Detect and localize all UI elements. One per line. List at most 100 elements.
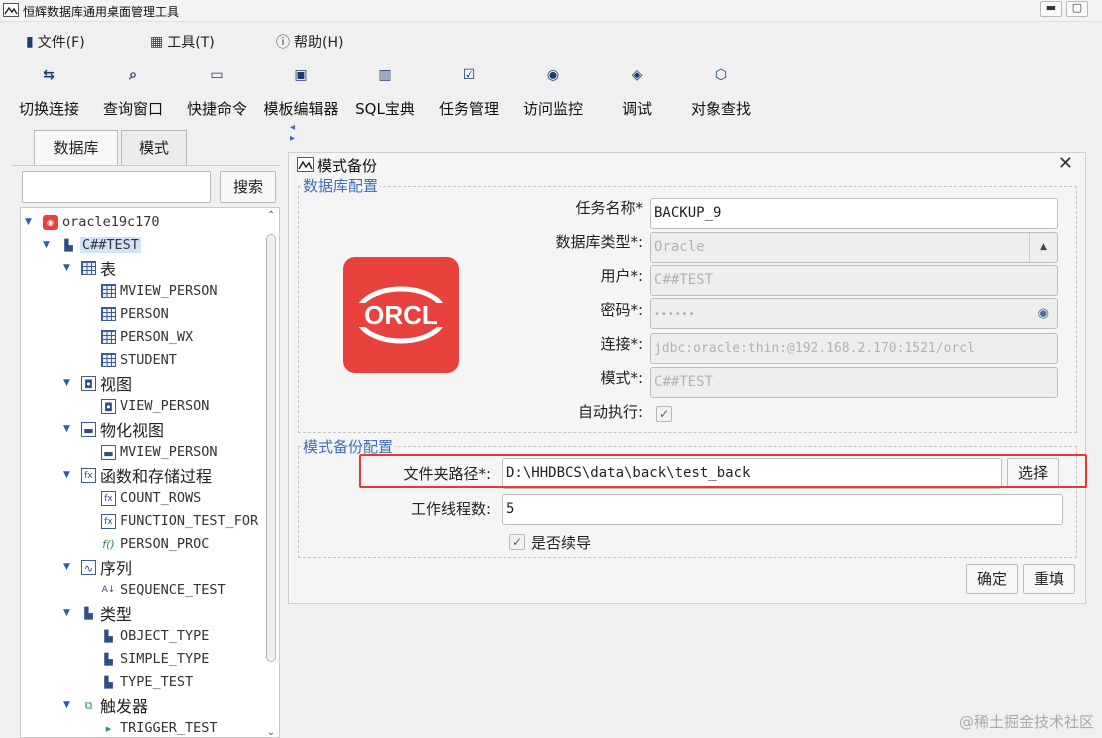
toolbar-sql-book[interactable]: ▥ SQL宝典 (355, 66, 415, 119)
tree-node-procedure[interactable]: f() PERSON_PROC (101, 533, 209, 555)
scroll-up-icon[interactable]: ⌃ (265, 210, 277, 221)
expand-toggle-icon[interactable]: ▼ (63, 263, 75, 273)
table-icon (81, 261, 96, 275)
tree-folder-triggers[interactable]: ▼ ⧉ 触发器 (63, 694, 148, 716)
schema-input[interactable]: C##TEST (650, 367, 1058, 398)
tree-folder-views[interactable]: ▼ ◘ 视图 (63, 372, 132, 394)
user-label: 用户*: (600, 267, 643, 285)
tree-node-trigger[interactable]: ▸ TRIGGER_TEST (101, 717, 218, 737)
toolbar-task-management[interactable]: ☑ 任务管理 (436, 66, 502, 119)
expand-toggle-icon[interactable]: ▼ (63, 378, 75, 388)
sequence-icon: ∿ (81, 559, 96, 575)
confirm-button[interactable]: 确定 (966, 564, 1018, 594)
function-icon: fx (81, 467, 96, 483)
toolbar-object-search[interactable]: ⬡ 对象查找 (688, 66, 754, 119)
auto-execute-label: 自动执行: (577, 403, 643, 421)
tree-folder-tables[interactable]: ▼ 表 (63, 257, 116, 279)
toolbar-query-window[interactable]: ⌕ 查询窗口 (100, 66, 166, 119)
tree-node-function[interactable]: fx FUNCTION_TEST_FOR (101, 510, 258, 532)
tree-node-function[interactable]: fx COUNT_ROWS (101, 487, 201, 509)
tree-node-label: 序列 (100, 559, 133, 578)
tree-node-type[interactable]: ▙ SIMPLE_TYPE (101, 648, 209, 670)
tree-node-table[interactable]: MVIEW_PERSON (101, 280, 218, 302)
close-icon[interactable]: ✕ (1058, 153, 1073, 174)
reset-button[interactable]: 重填 (1023, 564, 1075, 594)
tree-node-view[interactable]: ◘ VIEW_PERSON (101, 395, 209, 417)
toolbar-label: 切换连接 (18, 100, 79, 118)
tree-node-label: PERSON (120, 306, 169, 322)
expand-toggle-icon[interactable]: ▼ (63, 470, 75, 480)
tree-node-label: SIMPLE_TYPE (120, 651, 210, 667)
access-monitor-icon: ◉ (546, 67, 560, 83)
tree-node-label: 物化视图 (100, 421, 165, 440)
tree-folder-sequences[interactable]: ▼ ∿ 序列 (63, 556, 132, 578)
tree-node-type[interactable]: ▙ OBJECT_TYPE (101, 625, 209, 647)
menu-help-label: 帮助(H) (294, 35, 344, 51)
task-management-icon: ☑ (462, 67, 476, 83)
expand-toggle-icon[interactable]: ▼ (63, 562, 75, 572)
user-input[interactable]: C##TEST (650, 265, 1058, 296)
task-name-input[interactable]: BACKUP_9 (650, 198, 1058, 229)
connection-input[interactable]: jdbc:oracle:thin:@192.168.2.170:1521/orc… (650, 333, 1058, 364)
splitter-arrows-icon[interactable]: ◂ ▸ (290, 122, 295, 144)
tab-database[interactable]: 数据库 (34, 130, 118, 166)
tree-node-connection[interactable]: ▼ ◉ oracle19c170 (25, 211, 160, 233)
expand-toggle-icon[interactable]: ▼ (63, 700, 75, 710)
menu-file-label: 文件(F) (37, 35, 85, 51)
menu-help[interactable]: ⓘ 帮助(H) (276, 32, 343, 52)
maximize-button[interactable]: ▢ (1066, 1, 1088, 17)
tree-node-table[interactable]: PERSON_WX (101, 326, 193, 348)
dialog-titlebar[interactable]: 模式备份 ✕ (289, 153, 1085, 177)
tree-node-label: 表 (100, 260, 117, 279)
tree-node-label: 类型 (100, 605, 133, 624)
tree-folder-functions[interactable]: ▼ fx 函数和存储过程 (63, 464, 212, 486)
tree-node-table[interactable]: STUDENT (101, 349, 177, 371)
tree-scrollbar[interactable]: ⌃ ⌄ (265, 210, 277, 737)
window-title: 恒辉数据库通用桌面管理工具 (23, 5, 180, 19)
tree-node-label: TYPE_TEST (120, 674, 194, 690)
toolbar-template-editor[interactable]: ▣ 模板编辑器 (260, 66, 342, 119)
select-arrows-icon[interactable]: ▲▼ (1029, 233, 1057, 262)
tree-node-label: 函数和存储过程 (100, 467, 213, 486)
expand-toggle-icon[interactable]: ▼ (25, 217, 37, 227)
procedure-icon: f() (102, 537, 115, 551)
dialog-title: 模式备份 (317, 157, 378, 175)
toolbar-access-monitor[interactable]: ◉ 访问监控 (520, 66, 586, 119)
menu-tools[interactable]: ▦ 工具(T) (150, 32, 215, 52)
tree-node-label: COUNT_ROWS (120, 490, 202, 506)
toolbar-debug[interactable]: ◈ 调试 (618, 66, 656, 119)
tree-node-schema[interactable]: ▼ ▙ C##TEST (43, 234, 141, 256)
table-icon (101, 330, 116, 344)
toolbar-switch-connection[interactable]: ⇆ 切换连接 (16, 66, 82, 119)
resume-label: 是否续导 (531, 534, 592, 552)
toolbar-label: 任务管理 (438, 100, 499, 118)
tree-node-sequence[interactable]: A↓ SEQUENCE_TEST (101, 579, 226, 601)
tree-search-input[interactable] (22, 171, 211, 203)
toolbar-label: 模板编辑器 (263, 100, 339, 118)
connection-value: jdbc:oracle:thin:@192.168.2.170:1521/orc… (654, 341, 975, 356)
tree-folder-types[interactable]: ▼ ▙ 类型 (63, 602, 132, 624)
toolbar-shortcut-command[interactable]: ▭ 快捷命令 (184, 66, 250, 119)
tree-node-type[interactable]: ▙ TYPE_TEST (101, 671, 193, 693)
menu-file[interactable]: ▮ 文件(F) (26, 32, 85, 52)
tree-node-table[interactable]: PERSON (101, 303, 169, 325)
search-button[interactable]: 搜索 (220, 171, 276, 203)
tab-schema[interactable]: 模式 (121, 130, 187, 166)
auto-execute-checkbox[interactable]: ✓ (656, 406, 672, 422)
scroll-down-icon[interactable]: ⌄ (265, 727, 277, 737)
expand-toggle-icon[interactable]: ▼ (63, 424, 75, 434)
eye-icon[interactable]: ◉ (1038, 299, 1049, 328)
db-type-select[interactable]: Oracle ▲▼ (650, 232, 1058, 263)
annotation-highlight-box (359, 454, 1087, 488)
scrollbar-thumb[interactable] (266, 234, 276, 662)
tree-folder-materialized-views[interactable]: ▼ ▬ 物化视图 (63, 418, 164, 440)
tree-node-materialized-view[interactable]: ▬ MVIEW_PERSON (101, 441, 218, 463)
expand-toggle-icon[interactable]: ▼ (63, 608, 75, 618)
trigger-icon: ⧉ (84, 698, 93, 712)
password-input[interactable]: •••••• ◉ (650, 298, 1058, 329)
worker-threads-input[interactable]: 5 (502, 494, 1063, 525)
expand-toggle-icon[interactable]: ▼ (43, 240, 55, 250)
panel-splitter[interactable]: ◂ ▸ (290, 122, 298, 146)
minimize-button[interactable]: ▬ (1040, 1, 1062, 17)
resume-checkbox[interactable]: ✓ (509, 534, 525, 550)
